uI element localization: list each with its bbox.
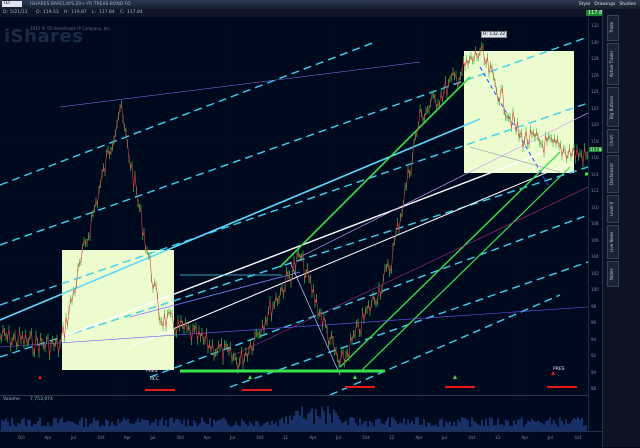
time-tick: 11 <box>283 435 289 440</box>
time-tick: Oct <box>177 435 184 440</box>
pres-label-right: PRES <box>553 367 565 372</box>
time-tick: Apr <box>415 435 423 440</box>
high-label: H: <box>64 10 69 15</box>
price-tick: 98 <box>591 303 597 309</box>
price-tick: 122 <box>591 105 599 111</box>
volume-bars <box>1 406 587 431</box>
time-tick: Jul <box>71 435 76 440</box>
time-tick: 12 <box>389 435 395 440</box>
time-tick: Jul <box>150 435 156 440</box>
event-arrows <box>248 375 457 379</box>
close-label: C: <box>120 10 125 15</box>
price-tick: 126 <box>591 72 599 78</box>
style-menu[interactable]: Style <box>579 2 590 7</box>
time-tick: Oct <box>18 435 25 440</box>
symbol-description: ISHARES BARCLAYS 20+ YR TREAS BOND FD <box>30 2 131 7</box>
tab-level-ii[interactable]: Level II <box>607 195 619 223</box>
price-tick: 110 <box>591 204 599 210</box>
tab-live-news[interactable]: Live News <box>607 225 619 259</box>
studies-menu[interactable]: Studies <box>619 2 636 7</box>
time-tick: Jul <box>336 435 341 440</box>
price-tick: 104 <box>591 254 599 259</box>
time-tick: Apr <box>521 435 529 440</box>
date-value: 5/21/13 <box>10 10 28 15</box>
copyright-label: 2013 ® TD Ameritrade IP Company, Inc. <box>30 26 111 31</box>
price-tick: 118 <box>591 138 599 144</box>
time-tick: Apr <box>203 435 211 440</box>
chart-drawing <box>0 17 588 395</box>
date-label: D: <box>3 10 8 15</box>
rcc-label: RCC <box>150 377 160 382</box>
time-tick: Oct <box>574 435 582 440</box>
symbol-input[interactable]: TLT <box>2 1 22 7</box>
price-chart[interactable]: iShares 2013 ® TD Ameritrade IP Company,… <box>0 17 588 395</box>
price-tick: 106 <box>591 237 599 243</box>
time-tick: Oct <box>362 435 370 440</box>
time-tick: Apr <box>309 435 317 440</box>
price-tick: 124 <box>591 89 599 94</box>
time-tick: Oct <box>468 435 476 440</box>
time-axis: Oct Apr Jul Oct Apr Jul Oct Apr Jul Oct 11 Apr Jul Oc… <box>0 431 602 448</box>
price-tick: 94 <box>591 336 597 342</box>
price-tick: 116 <box>591 155 599 160</box>
chart-tools: Style Drawings Studies <box>579 0 636 9</box>
low-value: 117.84 <box>99 10 115 15</box>
price-tick: 96 <box>591 320 597 325</box>
time-tick: Oct <box>97 435 105 440</box>
high-marker-label: H: 132.22 <box>481 31 508 38</box>
drawings-menu[interactable]: Drawings <box>594 2 615 7</box>
time-tick: Jul <box>230 435 235 440</box>
price-tick: 88 <box>591 386 597 391</box>
price-tick: 130 <box>591 39 599 45</box>
pres-label-left: PRES <box>146 369 158 374</box>
price-tick: 128 <box>591 56 599 61</box>
price-tick: 114 <box>591 171 599 177</box>
time-tick: Apr <box>124 435 131 440</box>
tab-big-buttons[interactable]: Big Buttons <box>607 87 619 127</box>
close-value: 117.84 <box>127 10 143 15</box>
price-tick: 132 <box>591 23 599 28</box>
time-tick: Apr <box>44 435 52 440</box>
high-value: 119.87 <box>71 10 87 15</box>
support-markers <box>145 172 588 391</box>
time-tick: Jul <box>442 435 447 440</box>
price-tick: 90 <box>591 369 597 375</box>
price-tick: 120 <box>591 122 599 127</box>
volume-pane: Volume 7,753,074 <box>0 395 588 432</box>
tab-dashboard[interactable]: Dashboard <box>607 155 619 193</box>
open-label: O: <box>36 10 41 15</box>
time-tick: Oct <box>256 435 264 440</box>
tab-notes[interactable]: Notes <box>607 261 619 287</box>
tab-chart[interactable]: Chart <box>607 129 619 153</box>
price-tick: 112 <box>591 188 599 193</box>
price-axis: 132 130 128 126 124 122 120 118 116 114 112 110 108 1… <box>588 17 605 437</box>
price-tick: 102 <box>591 270 599 276</box>
price-tick: 100 <box>591 287 599 292</box>
tab-active-trader[interactable]: Active Trader <box>607 43 619 85</box>
time-tick: Jul <box>548 435 553 440</box>
low-label: L: <box>92 10 97 15</box>
open-value: 119.53 <box>43 10 59 15</box>
price-tick: 108 <box>591 221 599 226</box>
side-gadget-tabs: Trade Active Trader Big Buttons Chart Da… <box>602 9 640 447</box>
time-tick: 13 <box>495 435 501 440</box>
price-tick: 92 <box>591 353 597 358</box>
tab-trade[interactable]: Trade <box>607 15 619 41</box>
